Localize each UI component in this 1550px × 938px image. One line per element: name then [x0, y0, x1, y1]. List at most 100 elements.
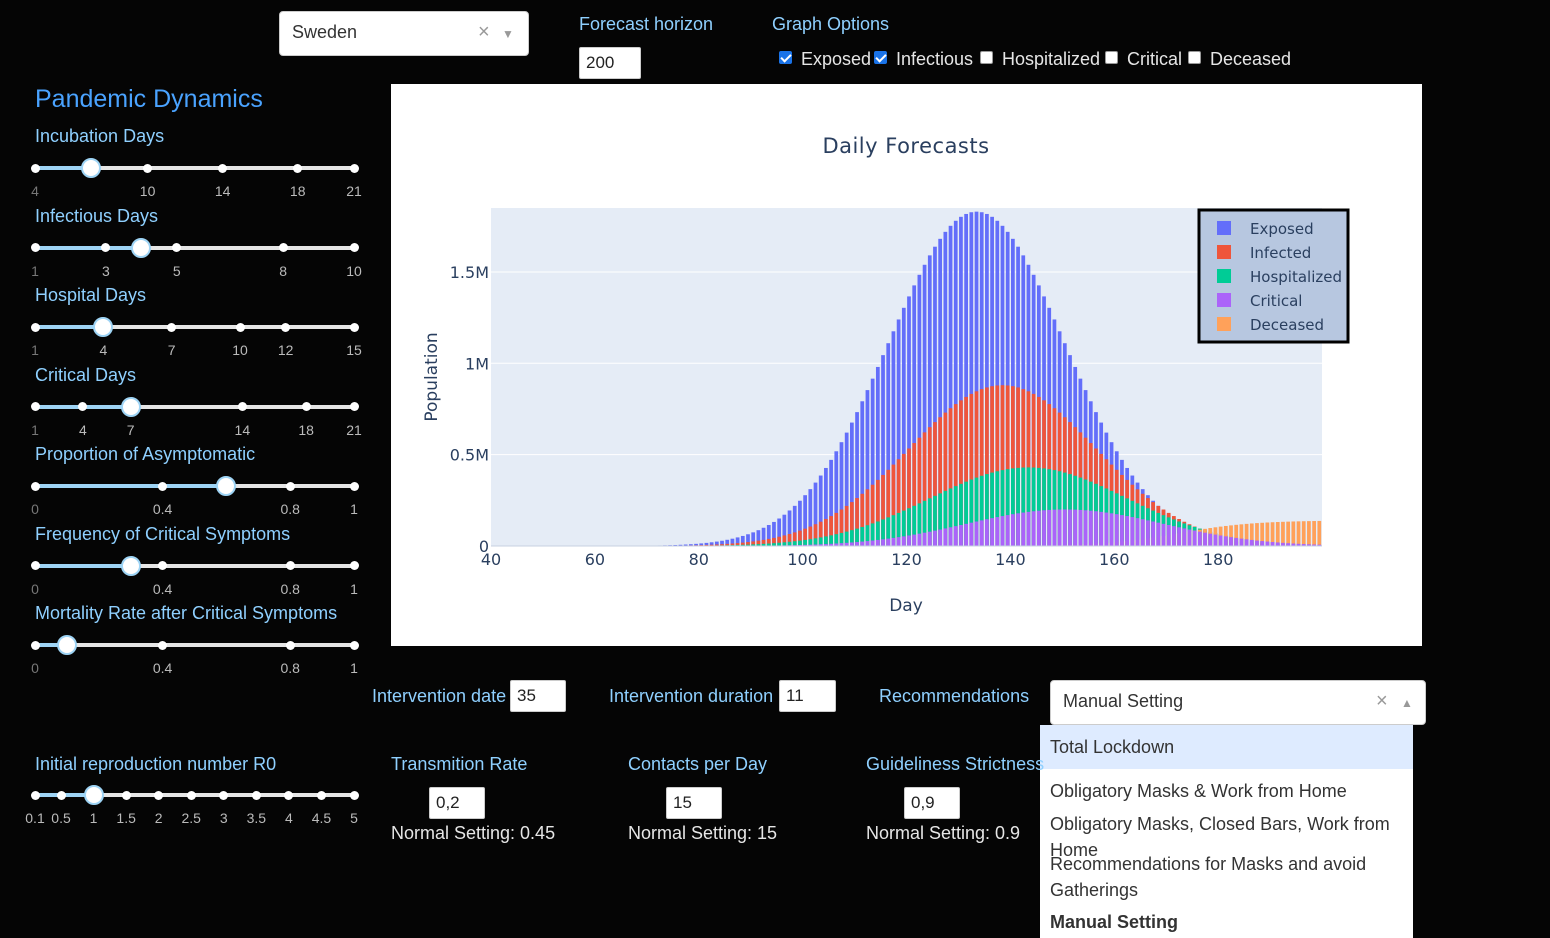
bar-critical	[1042, 510, 1046, 546]
slider-title: Proportion of Asymptomatic	[35, 444, 256, 464]
option-total-lockdown[interactable]: Total Lockdown	[1050, 737, 1174, 758]
chevron-down-icon[interactable]: ▼	[502, 27, 514, 41]
r0-slider-title: Initial reproduction number R0	[35, 754, 277, 774]
bar-critical	[1073, 509, 1078, 546]
slider-fill	[35, 245, 142, 250]
param-input[interactable]: 0,9	[904, 787, 960, 819]
bar-critical	[922, 532, 927, 546]
slider-tick-label: 4	[284, 810, 293, 826]
slider-tick-label: 18	[298, 421, 314, 438]
slider-mark	[349, 402, 359, 411]
slider-handle[interactable]	[56, 635, 77, 655]
bar-critical	[953, 526, 958, 546]
bar-critical	[979, 520, 984, 546]
bar-critical	[990, 518, 994, 546]
slider-mark	[349, 243, 359, 252]
bar-critical	[1026, 511, 1031, 546]
slider-handle[interactable]	[83, 785, 104, 805]
bar-critical	[917, 533, 922, 546]
checkbox-label: Exposed	[801, 49, 872, 69]
slider-handle[interactable]	[93, 317, 114, 337]
bar-critical	[875, 539, 880, 546]
slider-tick-label: 4	[31, 183, 39, 199]
slider-handle[interactable]	[81, 158, 102, 178]
slider-mark	[167, 322, 177, 332]
bar-critical	[959, 525, 963, 546]
slider-tick-label: 0.4	[152, 501, 173, 517]
clear-icon[interactable]: ×	[478, 21, 490, 44]
intervention-date-input[interactable]: 35	[510, 680, 566, 712]
slider-handle[interactable]	[120, 555, 141, 576]
bar-critical	[1265, 541, 1270, 546]
checkbox-exposed[interactable]	[779, 51, 792, 64]
chart-panel: Daily Forecasts Day Population 0 0.5M 1M 1.5M 4…	[391, 84, 1422, 646]
checkbox-infectious[interactable]	[874, 51, 887, 64]
bar-critical	[901, 536, 906, 546]
forecast-horizon-input[interactable]: 200	[579, 47, 641, 79]
slider-handle[interactable]	[120, 396, 141, 417]
checkbox-deceased[interactable]	[1188, 51, 1201, 64]
clear-icon[interactable]: ×	[1376, 690, 1388, 713]
slider-tick-label: 1	[350, 660, 358, 676]
bar-critical	[849, 542, 854, 546]
bar-critical	[1218, 535, 1223, 546]
bar-critical	[1244, 539, 1249, 546]
option-masks-work-home[interactable]: Obligatory Masks & Work from Home	[1050, 781, 1347, 802]
bar-critical	[886, 538, 891, 546]
bar-critical	[1161, 523, 1166, 546]
checkbox-hospitalized[interactable]	[980, 51, 993, 64]
chevron-up-icon[interactable]: ▲	[1401, 696, 1413, 710]
slider-handle[interactable]	[131, 237, 152, 258]
slider-mark	[349, 322, 359, 332]
param-input[interactable]: 0,2	[429, 787, 485, 819]
slider-handle[interactable]	[216, 476, 237, 496]
bar-critical	[1057, 509, 1062, 546]
bar-critical	[1270, 542, 1275, 546]
slider-mark	[237, 402, 247, 411]
x-axis-label: Day	[889, 596, 923, 616]
slider-mark	[30, 322, 40, 332]
bar-critical	[1094, 511, 1098, 546]
slider-tick-label: 1	[350, 501, 358, 517]
plot-area	[491, 208, 1322, 546]
bar-deceased	[1312, 521, 1316, 546]
slider-title: Hospital Days	[35, 285, 147, 305]
slider-mark	[158, 481, 168, 491]
checkbox-critical[interactable]	[1105, 51, 1118, 64]
recommendations-select[interactable]: Manual Setting × ▲	[1050, 680, 1426, 725]
slider-tick-label: 10	[346, 262, 362, 279]
slider-mark	[158, 640, 168, 650]
slider-mark	[293, 163, 303, 173]
x-tick-label: 120	[891, 550, 922, 569]
slider-mark	[172, 243, 182, 252]
bar-critical	[1036, 510, 1041, 546]
intervention-duration-input[interactable]: 11	[779, 680, 836, 712]
slider-title: Incubation Days	[35, 126, 165, 146]
slider-mark	[278, 243, 288, 252]
y-tick-label: 0.5M	[450, 446, 489, 465]
legend-label: Hospitalized	[1250, 268, 1342, 286]
param-input[interactable]: 15	[666, 787, 722, 819]
bar-critical	[1249, 539, 1254, 546]
legend-label: Deceased	[1250, 316, 1324, 334]
slider-mark	[349, 790, 359, 800]
slider-tick-label: 4.5	[311, 810, 332, 826]
slider-tick-label: 0.4	[152, 580, 173, 597]
country-select[interactable]: Sweden × ▼	[279, 11, 529, 56]
legend-swatch	[1217, 245, 1231, 259]
bar-deceased	[1301, 521, 1306, 546]
slider-tick-label: 3.5	[246, 810, 267, 826]
slider-track[interactable]	[35, 643, 354, 647]
slider-tick-label: 0.8	[280, 501, 300, 517]
bar-deceased	[1275, 522, 1280, 546]
slider-tick-label: 1	[89, 810, 98, 826]
option-manual-setting[interactable]: Manual Setting	[1050, 912, 1178, 933]
bar-critical	[1239, 538, 1244, 546]
bar-critical	[1021, 512, 1026, 546]
bar-critical	[1192, 530, 1197, 546]
option-recommendations-masks[interactable]: Recommendations for Masks and avoid Gath…	[1050, 851, 1380, 903]
country-select-value: Sweden	[292, 22, 358, 42]
slider-tick-label: 5	[350, 810, 358, 826]
slider-mark	[186, 790, 196, 800]
bar-critical	[985, 519, 989, 546]
